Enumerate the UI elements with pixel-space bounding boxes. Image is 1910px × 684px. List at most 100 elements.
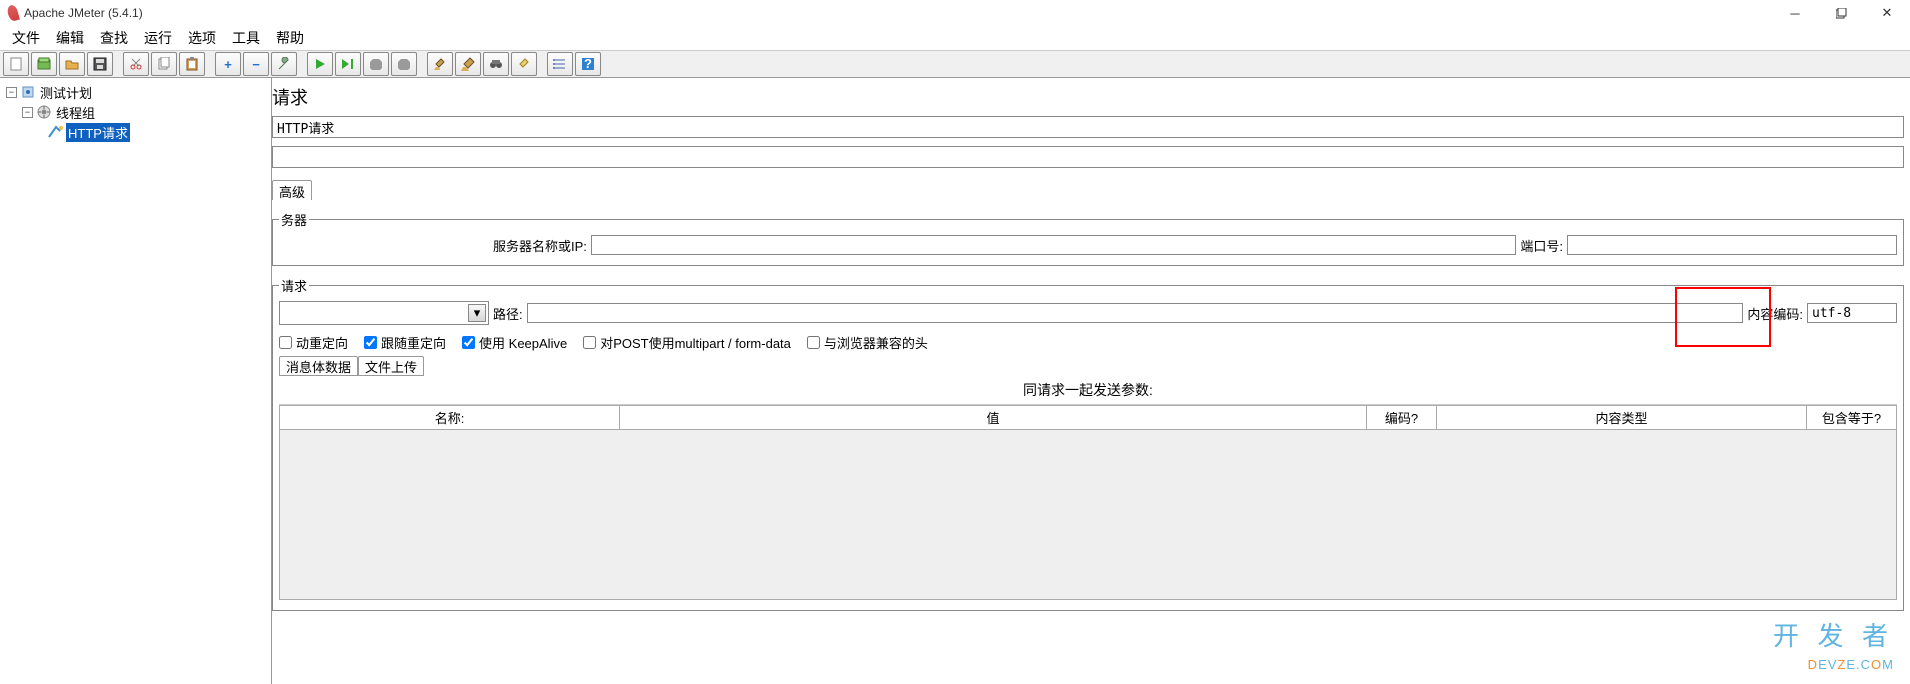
menu-search[interactable]: 查找: [92, 26, 136, 50]
function-helper-button[interactable]: [547, 52, 573, 76]
menu-tools[interactable]: 工具: [224, 26, 268, 50]
templates-icon: [37, 57, 51, 71]
help-button[interactable]: ?: [575, 52, 601, 76]
watermark-en: DEVZE.COM: [1773, 653, 1894, 674]
sampler-comment-input[interactable]: [272, 146, 1904, 168]
chevron-down-icon: ▾: [468, 304, 486, 322]
stop-icon: [370, 58, 382, 70]
save-icon: [93, 57, 107, 71]
paste-button[interactable]: [179, 52, 205, 76]
save-button[interactable]: [87, 52, 113, 76]
tree-http-request[interactable]: HTTP请求: [4, 122, 267, 142]
tree-test-plan-label: 测试计划: [38, 83, 94, 102]
watermark: 开 发 者 DEVZE.COM: [1773, 616, 1894, 674]
path-input[interactable]: [527, 303, 1744, 323]
content-encoding-label: 内容编码:: [1747, 304, 1803, 323]
broom-reset-icon: [517, 57, 531, 71]
search-button[interactable]: [483, 52, 509, 76]
copy-button[interactable]: [151, 52, 177, 76]
minimize-button[interactable]: ─: [1772, 0, 1818, 26]
tree-collapse-icon[interactable]: −: [6, 87, 17, 98]
col-name[interactable]: 名称:: [280, 406, 620, 430]
web-server-fieldset: 务器 服务器名称或IP: 端口号:: [272, 210, 1904, 266]
server-name-label: 服务器名称或IP:: [493, 236, 587, 255]
http-sampler-icon: [48, 124, 64, 140]
wrench-icon: [277, 57, 291, 71]
copy-icon: [157, 57, 171, 71]
multipart-checkbox[interactable]: 对POST使用multipart / form-data: [583, 333, 791, 352]
menu-help[interactable]: 帮助: [268, 26, 312, 50]
tree-collapse-icon[interactable]: −: [22, 107, 33, 118]
follow-redirect-checkbox[interactable]: 跟随重定向: [364, 333, 446, 352]
binoculars-icon: [489, 57, 503, 71]
maximize-button[interactable]: [1818, 0, 1864, 26]
http-request-fieldset: 请求 ▾ 路径: 内容编码: 动重定向 跟随重定向 使用 KeepAlive 对…: [272, 276, 1904, 611]
thread-group-icon: [36, 104, 52, 120]
params-header-row: 名称: 值 编码? 内容类型 包含等于?: [280, 406, 1897, 430]
web-server-legend: 务器: [279, 210, 309, 229]
main-area: − 测试计划 − 线程组 HTTP请求 请求 高级 务器 服务器名称或IP:: [0, 78, 1910, 684]
col-value[interactable]: 值: [620, 406, 1367, 430]
clipboard-icon: [185, 57, 199, 71]
port-input[interactable]: [1567, 235, 1897, 255]
expand-button[interactable]: +: [215, 52, 241, 76]
clear-all-button[interactable]: [455, 52, 481, 76]
plus-icon: +: [224, 57, 232, 72]
clear-button[interactable]: [427, 52, 453, 76]
browser-compat-checkbox[interactable]: 与浏览器兼容的头: [807, 333, 928, 352]
stop-button[interactable]: [363, 52, 389, 76]
menu-options[interactable]: 选项: [180, 26, 224, 50]
tree-pane[interactable]: − 测试计划 − 线程组 HTTP请求: [0, 78, 272, 684]
path-label: 路径:: [493, 304, 523, 323]
toggle-button[interactable]: [271, 52, 297, 76]
window-title: Apache JMeter (5.4.1): [24, 6, 143, 20]
tree-test-plan[interactable]: − 测试计划: [4, 82, 267, 102]
content-encoding-input[interactable]: [1807, 303, 1897, 323]
toolbar: + − ?: [0, 50, 1910, 78]
start-button[interactable]: [307, 52, 333, 76]
tree-thread-group-label: 线程组: [54, 103, 97, 122]
col-include-equals[interactable]: 包含等于?: [1807, 406, 1897, 430]
keepalive-checkbox[interactable]: 使用 KeepAlive: [462, 333, 567, 352]
body-tabs: 消息体数据 文件上传: [279, 356, 1897, 376]
window-controls: ─ ✕: [1772, 0, 1910, 26]
title-bar: Apache JMeter (5.4.1) ─ ✕: [0, 0, 1910, 26]
server-name-input[interactable]: [591, 235, 1516, 255]
close-button[interactable]: ✕: [1864, 0, 1910, 26]
collapse-button[interactable]: −: [243, 52, 269, 76]
shutdown-button[interactable]: [391, 52, 417, 76]
minus-icon: −: [252, 57, 260, 72]
method-dropdown[interactable]: ▾: [279, 301, 489, 325]
menu-edit[interactable]: 编辑: [48, 26, 92, 50]
editor-header: 请求: [272, 80, 1904, 116]
sampler-name-input[interactable]: [272, 116, 1904, 138]
watermark-cn: 开 发 者: [1773, 616, 1894, 653]
tab-file-upload[interactable]: 文件上传: [358, 356, 424, 376]
broom-large-icon: [461, 57, 475, 71]
col-content-type[interactable]: 内容类型: [1437, 406, 1807, 430]
shutdown-icon: [398, 58, 410, 70]
tree-thread-group[interactable]: − 线程组: [4, 102, 267, 122]
new-button[interactable]: [3, 52, 29, 76]
reset-search-button[interactable]: [511, 52, 537, 76]
cut-button[interactable]: [123, 52, 149, 76]
auto-redirect-checkbox[interactable]: 动重定向: [279, 333, 348, 352]
list-icon: [553, 57, 567, 71]
tab-body-data[interactable]: 消息体数据: [279, 356, 358, 376]
scissors-icon: [129, 57, 143, 71]
play-icon: [314, 58, 326, 70]
tree-http-request-label: HTTP请求: [66, 123, 130, 142]
templates-button[interactable]: [31, 52, 57, 76]
broom-small-icon: [433, 57, 447, 71]
menu-file[interactable]: 文件: [4, 26, 48, 50]
menu-run[interactable]: 运行: [136, 26, 180, 50]
col-encode[interactable]: 编码?: [1367, 406, 1437, 430]
config-tabs: 高级: [272, 180, 1904, 200]
start-no-pause-button[interactable]: [335, 52, 361, 76]
new-file-icon: [9, 57, 23, 71]
open-button[interactable]: [59, 52, 85, 76]
params-body[interactable]: [279, 430, 1897, 600]
tab-advanced[interactable]: 高级: [272, 180, 312, 200]
params-title: 同请求一起发送参数:: [279, 376, 1897, 405]
play-nopause-icon: [341, 58, 355, 70]
